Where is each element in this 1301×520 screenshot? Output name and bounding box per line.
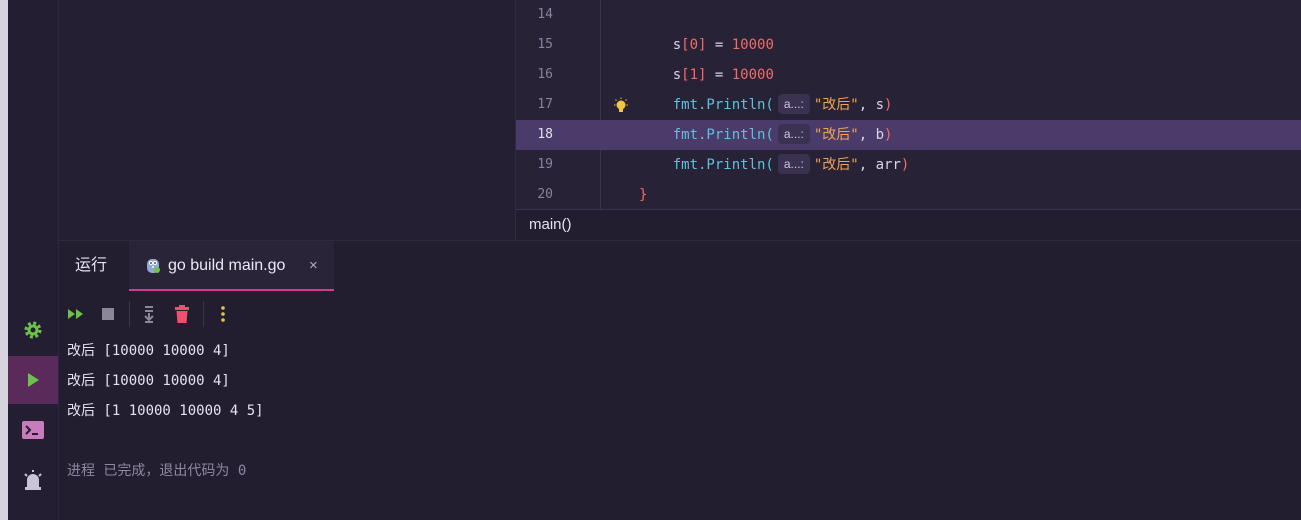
- run-icon: [28, 373, 39, 387]
- tab-go-build[interactable]: go build main.go ×: [129, 241, 334, 291]
- settings-tool-button[interactable]: [8, 306, 58, 354]
- breadcrumb[interactable]: main(): [529, 210, 572, 240]
- code-text: }: [639, 180, 647, 210]
- code-token: "改后": [813, 127, 859, 143]
- services-tool-button[interactable]: [8, 456, 58, 504]
- console-line: 改后 [1 10000 10000 4 5]: [67, 403, 264, 419]
- code-token: ): [900, 157, 910, 173]
- project-panel: [59, 0, 516, 240]
- breadcrumb-bar: main(): [516, 209, 1301, 241]
- line-number: 19: [537, 157, 553, 172]
- line-number: 15: [537, 37, 553, 52]
- lightbulb-icon[interactable]: [612, 97, 630, 115]
- code-token: ): [884, 127, 893, 143]
- code-line[interactable]: 18 fmt.Println(a...: "改后", b): [516, 120, 1301, 150]
- terminal-tool-button[interactable]: [8, 406, 58, 454]
- parameter-hint: a...:: [777, 94, 810, 114]
- alarm-icon: [24, 470, 42, 490]
- more-icon: [221, 306, 225, 322]
- code-token: }: [639, 187, 648, 203]
- stop-button[interactable]: [97, 303, 119, 325]
- code-token: 10000: [731, 67, 774, 83]
- clear-button[interactable]: [171, 303, 193, 325]
- code-text: fmt.Println(a...: "改后", b): [639, 120, 892, 150]
- code-line[interactable]: 20}: [516, 180, 1301, 210]
- code-token: , b: [858, 127, 885, 143]
- parameter-hint: a...:: [777, 124, 810, 144]
- line-number: 16: [537, 67, 553, 82]
- tool-window-strip: [8, 0, 59, 520]
- code-text: s[1] = 10000: [639, 60, 774, 90]
- code-token: =: [706, 67, 732, 83]
- tab-label: go build main.go: [168, 257, 286, 274]
- run-toolbar: [59, 291, 1301, 336]
- process-exit-message: 进程 已完成，退出代码为 0: [67, 463, 247, 479]
- window-edge: [0, 0, 8, 520]
- code-token: ): [884, 97, 893, 113]
- code-text: s[0] = 10000: [639, 30, 774, 60]
- console-line: 改后 [10000 10000 4]: [67, 343, 230, 359]
- code-line[interactable]: 15 s[0] = 10000: [516, 30, 1301, 60]
- scroll-to-end-button[interactable]: [138, 303, 160, 325]
- line-number: 18: [537, 127, 553, 142]
- run-tool-header: 运行 go build main.go ×: [59, 240, 1301, 292]
- line-number: 14: [537, 7, 553, 22]
- run-tool-button[interactable]: [8, 356, 58, 404]
- code-token: =: [706, 37, 732, 53]
- close-icon[interactable]: ×: [309, 241, 318, 291]
- gopher-icon: [147, 259, 160, 273]
- console-output[interactable]: 改后 [10000 10000 4] 改后 [10000 10000 4] 改后…: [59, 336, 1301, 520]
- parameter-hint: a...:: [777, 154, 810, 174]
- clear-icon: [175, 305, 189, 323]
- code-token: fmt.Println(: [639, 157, 774, 173]
- code-line[interactable]: 17 fmt.Println(a...: "改后", s): [516, 90, 1301, 120]
- code-line[interactable]: 14: [516, 0, 1301, 30]
- rerun-button[interactable]: [65, 303, 87, 325]
- code-line[interactable]: 16 s[1] = 10000: [516, 60, 1301, 90]
- code-text: fmt.Println(a...: "改后", arr): [639, 150, 909, 180]
- rerun-icon: [68, 309, 83, 319]
- code-token: fmt.Println(: [639, 127, 774, 143]
- code-token: 10000: [731, 37, 774, 53]
- code-token: , s: [858, 97, 885, 113]
- code-editor[interactable]: 14 15 s[0] = 10000 16 s[1] = 10000 17 fmt.P…: [516, 0, 1301, 209]
- toolbar-separator: [203, 301, 204, 327]
- terminal-icon: [22, 421, 44, 439]
- line-number: 17: [537, 97, 553, 112]
- code-token: "改后": [813, 157, 859, 173]
- gear-icon: [24, 321, 42, 339]
- code-token: "改后": [813, 97, 859, 113]
- code-text: fmt.Println(a...: "改后", s): [639, 90, 892, 120]
- code-line[interactable]: 19 fmt.Println(a...: "改后", arr): [516, 150, 1301, 180]
- code-token: s: [639, 67, 682, 83]
- stop-icon: [102, 308, 114, 320]
- code-token: fmt.Println(: [639, 97, 774, 113]
- code-token: s: [639, 37, 682, 53]
- run-panel-title: 运行: [75, 257, 108, 274]
- code-token: [0]: [681, 37, 707, 53]
- more-button[interactable]: [212, 303, 234, 325]
- code-token: [1]: [681, 67, 707, 83]
- console-line: 改后 [10000 10000 4]: [67, 373, 230, 389]
- code-token: , arr: [858, 157, 901, 173]
- toolbar-separator: [129, 301, 130, 327]
- line-number: 20: [537, 187, 553, 202]
- scroll-to-end-icon: [144, 306, 154, 323]
